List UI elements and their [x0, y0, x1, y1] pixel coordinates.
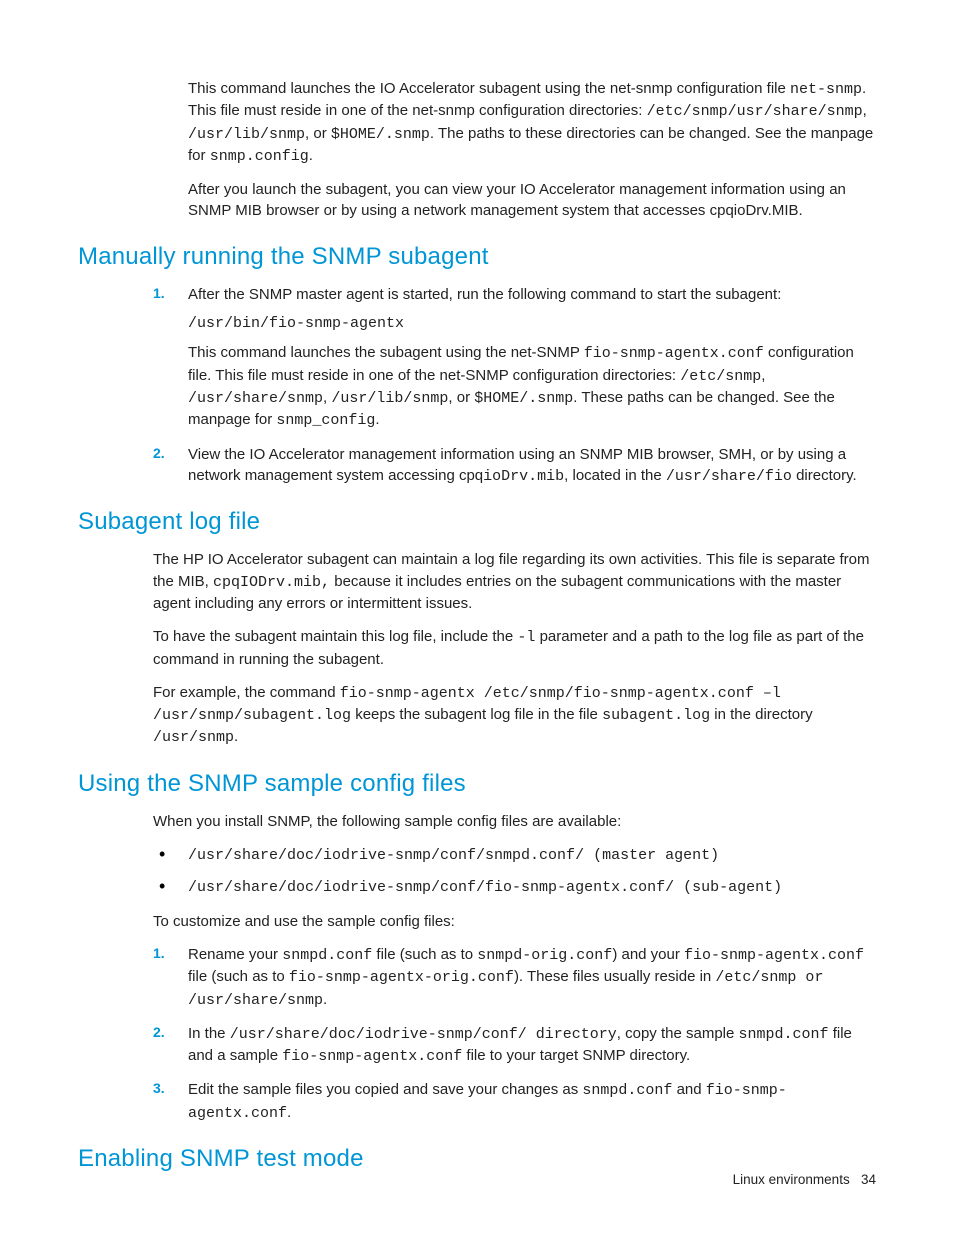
body-text: To have the subagent maintain this log f… [153, 626, 876, 670]
intro-para-2: After you launch the subagent, you can v… [188, 179, 876, 222]
list-item: 1. Rename your snmpd.conf file (such as … [153, 944, 876, 1011]
intro-para-1: This command launches the IO Accelerator… [188, 78, 876, 167]
command-text: /usr/bin/fio-snmp-agentx [188, 313, 876, 334]
page-number: 34 [861, 1172, 876, 1187]
bullet-list: /usr/share/doc/iodrive-snmp/conf/snmpd.c… [153, 844, 876, 899]
step-number: 3. [153, 1079, 165, 1099]
list-item: 3. Edit the sample files you copied and … [153, 1079, 876, 1124]
heading-subagent-log: Subagent log file [78, 505, 876, 539]
step-number: 2. [153, 444, 165, 464]
body-text: When you install SNMP, the following sam… [153, 811, 876, 832]
body-text: The HP IO Accelerator subagent can maint… [153, 549, 876, 614]
list-item: 2. In the /usr/share/doc/iodrive-snmp/co… [153, 1023, 876, 1068]
list-item: /usr/share/doc/iodrive-snmp/conf/snmpd.c… [153, 844, 876, 866]
page-footer: Linux environments 34 [733, 1170, 876, 1189]
body-text: For example, the command fio-snmp-agentx… [153, 682, 876, 749]
customize-steps: 1. Rename your snmpd.conf file (such as … [153, 944, 876, 1124]
list-item: 2. View the IO Accelerator management in… [153, 444, 876, 488]
body-text: To customize and use the sample config f… [153, 911, 876, 932]
step-number: 2. [153, 1023, 165, 1043]
list-item: 1. After the SNMP master agent is starte… [153, 284, 876, 432]
heading-sample-config: Using the SNMP sample config files [78, 767, 876, 801]
list-item: /usr/share/doc/iodrive-snmp/conf/fio-snm… [153, 876, 876, 898]
step-number: 1. [153, 284, 165, 304]
step-number: 1. [153, 944, 165, 964]
manual-steps: 1. After the SNMP master agent is starte… [153, 284, 876, 487]
heading-manual-subagent: Manually running the SNMP subagent [78, 240, 876, 274]
